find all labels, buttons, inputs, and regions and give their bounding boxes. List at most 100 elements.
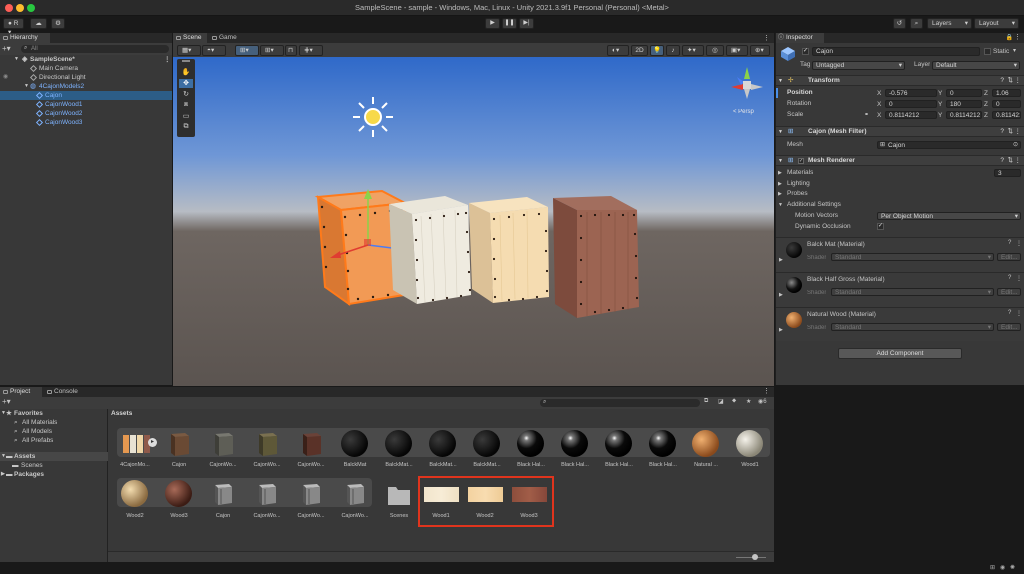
static-dropdown-icon[interactable]: ▾ bbox=[1013, 47, 1016, 54]
add-icon[interactable]: +▾ bbox=[2, 44, 11, 53]
more-icon[interactable]: ⋮ bbox=[1016, 310, 1022, 317]
history-button[interactable]: ↺ bbox=[893, 18, 906, 29]
more-icon[interactable]: ⋮ bbox=[1015, 127, 1022, 137]
asset-thumb-wood2-material[interactable] bbox=[121, 480, 148, 507]
presets-icon[interactable]: ⇅ bbox=[1008, 156, 1013, 166]
asset-label[interactable]: Black Hal... bbox=[597, 462, 641, 468]
object-picker-icon[interactable]: ⊙ bbox=[1013, 142, 1018, 149]
hierarchy-item-scene[interactable]: ▼ ◈ SampleScene* ⋮ bbox=[0, 55, 172, 64]
tab-game[interactable]: Game bbox=[209, 33, 247, 43]
scale-y-field[interactable]: 0.8114212 bbox=[946, 111, 982, 119]
cloud-button[interactable]: ☁ bbox=[30, 18, 47, 29]
asset-label[interactable]: BalckMat... bbox=[465, 462, 509, 468]
asset-thumb-wood1-material[interactable] bbox=[736, 430, 763, 457]
rotation-y-field[interactable]: 180 bbox=[946, 100, 982, 108]
effects-dropdown[interactable]: ✦▾ bbox=[682, 45, 704, 56]
hierarchy-item-cajonwood2[interactable]: CajonWood2 bbox=[0, 109, 172, 118]
asset-thumb-balckmat[interactable] bbox=[341, 430, 368, 457]
asset-label[interactable]: Natural ... bbox=[684, 462, 728, 468]
search-button[interactable]: ⌕ bbox=[910, 18, 923, 29]
hand-tool-icon[interactable]: ✋ bbox=[179, 68, 193, 77]
account-dropdown[interactable]: ● R ▾ bbox=[3, 18, 24, 36]
grid-dropdown[interactable]: ⊞▾ bbox=[260, 45, 284, 56]
shader-edit-button[interactable]: Edit... bbox=[997, 323, 1021, 331]
material-balck-mat[interactable]: ▶ Balck Mat (Material) Shader Standard ▾ … bbox=[776, 237, 1024, 272]
search-by-type-icon[interactable]: ⧉ bbox=[704, 398, 708, 405]
hierarchy-item-cajonwood1[interactable]: CajonWood1 bbox=[0, 100, 172, 109]
dynamic-occlusion-checkbox[interactable]: ✓ bbox=[877, 223, 884, 230]
favorites-all-prefabs[interactable]: ⌕ All Prefabs bbox=[0, 436, 108, 445]
hierarchy-item-4cajonmodels2[interactable]: ▼ ◍ 4CajonModels2 bbox=[0, 82, 172, 91]
gizmos-dropdown[interactable]: ⊕▾ bbox=[750, 45, 770, 56]
shader-dropdown[interactable]: Standard ▾ bbox=[831, 323, 994, 331]
favorites-item[interactable]: ▼ ★ Favorites bbox=[0, 409, 108, 418]
additional-settings-row[interactable]: ▼ Additional Settings bbox=[776, 200, 1024, 210]
hidden-packages-icon[interactable]: ◉6 bbox=[758, 398, 767, 405]
expand-prefab-icon[interactable]: ▸ bbox=[148, 438, 157, 447]
mesh-renderer-header[interactable]: ▼ ⊞ ✓ Mesh Renderer ? ⇅ ⋮ bbox=[776, 155, 1024, 166]
hidden-objects-toggle[interactable]: ◎ bbox=[706, 45, 724, 56]
probes-row[interactable]: ▶ Probes bbox=[776, 189, 1024, 199]
asset-label[interactable]: Wood3 bbox=[507, 513, 551, 519]
rotate-tool-icon[interactable]: ↻ bbox=[179, 90, 193, 99]
help-icon[interactable]: ? bbox=[1000, 127, 1004, 137]
asset-thumb-cajon-mesh[interactable] bbox=[209, 480, 237, 508]
material-natural-wood[interactable]: ▶ Natural Wood (Material) Shader Standar… bbox=[776, 307, 1024, 341]
asset-label[interactable]: Wood3 bbox=[157, 513, 201, 519]
asset-label[interactable]: Cajon bbox=[201, 513, 245, 519]
orientation-gizmo[interactable] bbox=[725, 63, 769, 111]
tab-scene[interactable]: Scene bbox=[173, 33, 207, 43]
asset-thumb-wood3-material[interactable] bbox=[165, 480, 192, 507]
asset-thumb-black-half-4[interactable] bbox=[649, 430, 676, 457]
asset-thumb-black-half-1[interactable] bbox=[517, 430, 544, 457]
asset-label[interactable]: CajonWo... bbox=[201, 462, 245, 468]
asset-label[interactable]: Black Hal... bbox=[553, 462, 597, 468]
project-search[interactable]: ⌕ bbox=[540, 399, 700, 407]
cajon-wood3-object[interactable] bbox=[543, 192, 643, 322]
asset-thumb-cajon[interactable] bbox=[165, 430, 193, 458]
asset-label[interactable]: 4CajonMo... bbox=[113, 462, 157, 468]
asset-label[interactable]: CajonWo... bbox=[289, 513, 333, 519]
motion-vectors-dropdown[interactable]: Per Object Motion ▾ bbox=[877, 212, 1021, 220]
help-icon[interactable]: ? bbox=[1008, 310, 1011, 316]
tag-dropdown[interactable]: Untagged ▾ bbox=[812, 61, 905, 70]
asset-label[interactable]: Wood1 bbox=[419, 513, 463, 519]
asset-label[interactable]: Cajon bbox=[157, 462, 201, 468]
lighting-row[interactable]: ▶ Lighting bbox=[776, 179, 1024, 189]
help-icon[interactable]: ? bbox=[1008, 275, 1011, 281]
more-icon[interactable]: ⋮ bbox=[1015, 156, 1022, 166]
tab-hierarchy[interactable]: Hierarchy bbox=[0, 33, 50, 43]
asset-thumb-balckmat-2[interactable] bbox=[385, 430, 412, 457]
favorite-star-icon[interactable]: ★ bbox=[746, 398, 751, 405]
asset-label[interactable]: Wood2 bbox=[463, 513, 507, 519]
zoom-slider-track[interactable] bbox=[736, 557, 766, 558]
asset-thumb-balckmat-4[interactable] bbox=[473, 430, 500, 457]
asset-thumb-cajonwood1[interactable] bbox=[209, 430, 237, 458]
help-icon[interactable]: ? bbox=[1000, 156, 1004, 166]
asset-thumb-natural-wood[interactable] bbox=[692, 430, 719, 457]
add-icon[interactable]: +▾ bbox=[2, 397, 11, 406]
asset-label[interactable]: BalckMat bbox=[333, 462, 377, 468]
asset-thumb-black-half-2[interactable] bbox=[561, 430, 588, 457]
assets-folder-item[interactable]: ▼ ▬ Assets bbox=[0, 452, 108, 461]
shader-edit-button[interactable]: Edit... bbox=[997, 288, 1021, 296]
increment-snap-button[interactable]: ⊓ bbox=[285, 45, 297, 56]
more-icon[interactable]: ⋮ bbox=[1015, 76, 1022, 86]
audio-toggle[interactable]: ♪ bbox=[666, 45, 680, 56]
collab-status-icon[interactable]: ⊞ bbox=[990, 564, 995, 571]
lock-icon[interactable]: 🔒 bbox=[1006, 34, 1013, 41]
help-icon[interactable]: ? bbox=[1008, 240, 1011, 246]
asset-label[interactable]: Black Hal... bbox=[641, 462, 685, 468]
mesh-field[interactable]: ⊞ Cajon ⊙ bbox=[877, 141, 1021, 149]
scale-tool-icon[interactable]: ⧈ bbox=[179, 101, 193, 110]
frame-dropdown[interactable]: ⋕▾ bbox=[299, 45, 323, 56]
draw-mode-dropdown[interactable]: ▦▾ bbox=[177, 45, 201, 56]
position-z-field[interactable]: 1.06 bbox=[992, 89, 1021, 97]
asset-thumb-cajonwood2[interactable] bbox=[253, 430, 281, 458]
link-icon[interactable]: ⚭ bbox=[864, 110, 869, 120]
position-x-field[interactable]: -0.576 bbox=[885, 89, 937, 97]
asset-label[interactable]: Wood2 bbox=[113, 513, 157, 519]
enabled-checkbox[interactable]: ✓ bbox=[798, 158, 804, 164]
asset-label[interactable]: CajonWo... bbox=[245, 462, 289, 468]
breadcrumb[interactable]: Assets bbox=[111, 410, 132, 417]
